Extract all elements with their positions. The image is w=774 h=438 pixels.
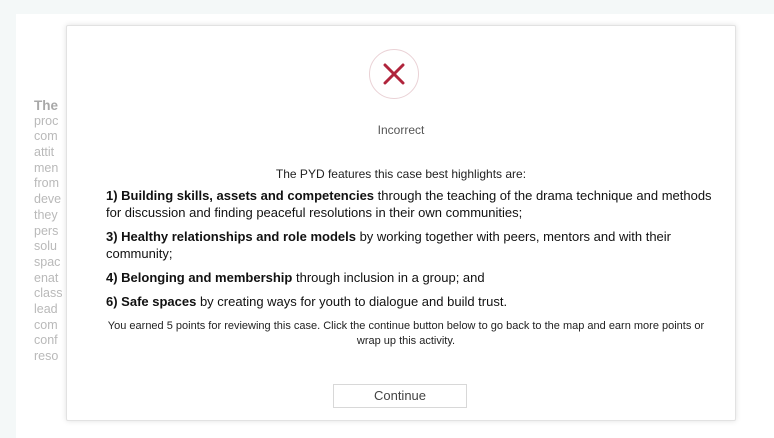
background-text-line: The xyxy=(34,98,59,113)
intro-text: The PYD features this case best highligh… xyxy=(275,167,527,181)
feature-description: by creating ways for youth to dialogue a… xyxy=(196,294,508,309)
background-text-line: solu xyxy=(34,239,57,254)
feature-title: 6) Safe spaces xyxy=(106,294,197,309)
background-text-line: lead xyxy=(34,301,58,316)
feature-title: 3) Healthy relationships and role models xyxy=(106,229,356,244)
background-text-line: enat xyxy=(34,270,59,285)
feature-item: 3) Healthy relationships and role models… xyxy=(106,228,716,262)
background-text-line: men xyxy=(34,160,59,175)
background-text-line: class xyxy=(34,286,63,301)
continue-button[interactable]: Continue xyxy=(333,384,467,408)
status-label: Incorrect xyxy=(377,123,425,137)
background-text-line: they xyxy=(34,207,58,222)
background-text-line: reso xyxy=(34,349,59,363)
background-text-line: pers xyxy=(34,223,59,238)
features-list: 1) Building skills, assets and competenc… xyxy=(106,187,716,317)
incorrect-status-icon xyxy=(369,49,419,99)
background-text: The proc com attit men from deve they pers solu sp… xyxy=(34,98,68,365)
feature-title: 4) Belonging and membership xyxy=(106,270,293,285)
background-text-line: proc xyxy=(34,113,59,128)
points-note: You earned 5 points for reviewing this c… xyxy=(107,320,705,347)
close-x-icon xyxy=(383,63,405,85)
feature-item: 1) Building skills, assets and competenc… xyxy=(106,187,716,221)
background-text-line: attit xyxy=(34,145,55,160)
background-text-line: from xyxy=(34,176,59,191)
feature-title: 1) Building skills, assets and competenc… xyxy=(106,188,375,203)
background-text-line: conf xyxy=(34,333,58,348)
background-text-line: spac xyxy=(34,254,61,269)
feature-description: through inclusion in a group; and xyxy=(292,270,485,285)
feedback-dialog: Incorrect The PYD features this case bes… xyxy=(66,25,736,421)
background-text-line: deve xyxy=(34,192,62,207)
feature-item: 6) Safe spaces by creating ways for yout… xyxy=(106,293,716,310)
feature-item: 4) Belonging and membership through incl… xyxy=(106,269,716,286)
background-text-line: com xyxy=(34,129,58,144)
background-text-line: com xyxy=(34,317,58,332)
